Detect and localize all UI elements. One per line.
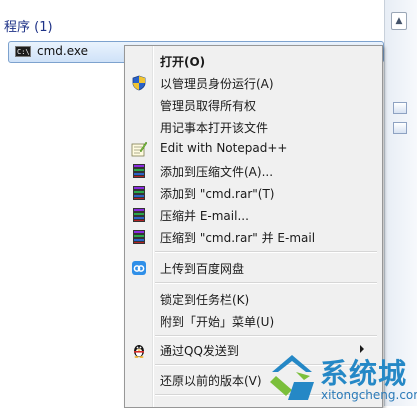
menu-separator (155, 251, 377, 252)
menu-separator (155, 335, 377, 336)
menu-item-label: 管理员取得所有权 (160, 99, 257, 113)
strip-item-icon[interactable] (393, 102, 407, 114)
menu-item-compress-to-cmd-rar-email[interactable]: 压缩到 "cmd.rar" 并 E-mail (125, 226, 382, 248)
notepadpp-icon (131, 141, 148, 157)
xitongcheng-logo-icon (270, 355, 314, 400)
menu-item-label: 用记事本打开该文件 (160, 121, 269, 135)
watermark-url: xitongcheng.com (321, 388, 417, 402)
menu-item-take-ownership[interactable]: 管理员取得所有权 (125, 94, 382, 116)
menu-item-label: 添加到 "cmd.rar"(T) (160, 187, 275, 201)
menu-item-label: 还原以前的版本(V) (160, 374, 262, 388)
menu-item-add-to-cmd-rar[interactable]: 添加到 "cmd.rar"(T) (125, 182, 382, 204)
winrar-icon (131, 163, 147, 179)
menu-item-label: 锁定到任务栏(K) (160, 293, 250, 307)
uac-shield-icon (131, 75, 147, 91)
menu-item-compress-and-email[interactable]: 压缩并 E-mail... (125, 204, 382, 226)
start-menu-right-strip: ▲ (385, 0, 417, 406)
scroll-up-arrow-icon[interactable]: ▲ (391, 12, 407, 30)
menu-item-label: 压缩到 "cmd.rar" 并 E-mail (160, 231, 316, 245)
menu-item-label: 附到「开始」菜单(U) (160, 315, 275, 329)
menu-item-label: Edit with Notepad++ (160, 141, 288, 155)
search-result-label: cmd.exe (37, 44, 89, 58)
menu-item-label: 以管理员身份运行(A) (160, 77, 274, 91)
menu-item-pin-to-taskbar[interactable]: 锁定到任务栏(K) (125, 288, 382, 310)
menu-item-open-with-notepad[interactable]: 用记事本打开该文件 (125, 116, 382, 138)
menu-item-pin-to-start-menu[interactable]: 附到「开始」菜单(U) (125, 310, 382, 332)
menu-item-open[interactable]: 打开(O) (125, 50, 382, 72)
watermark-logo: 系统城 xitongcheng.com (266, 350, 417, 406)
menu-item-label: 压缩并 E-mail... (160, 209, 249, 223)
programs-section-title: 程序 (1) (4, 20, 53, 35)
menu-item-upload-baidu-netdisk[interactable]: 上传到百度网盘 (125, 257, 382, 279)
menu-item-label: 通过QQ发送到 (160, 344, 239, 358)
watermark-title: 系统城 (320, 357, 408, 390)
menu-item-label: 打开(O) (160, 55, 206, 69)
menu-item-label: 添加到压缩文件(A)... (160, 165, 274, 179)
qq-penguin-icon (131, 342, 147, 358)
strip-item-icon[interactable] (393, 122, 407, 134)
cmd-console-icon: C:\ (15, 46, 31, 57)
menu-item-add-to-archive[interactable]: 添加到压缩文件(A)... (125, 160, 382, 182)
menu-item-run-as-admin[interactable]: 以管理员身份运行(A) (125, 72, 382, 94)
menu-item-label: 上传到百度网盘 (160, 262, 245, 276)
menu-separator (155, 282, 377, 283)
baidu-netdisk-icon (131, 260, 147, 276)
winrar-icon (131, 185, 147, 201)
menu-item-edit-notepadpp[interactable]: Edit with Notepad++ (125, 138, 382, 160)
winrar-icon (131, 207, 147, 223)
winrar-icon (131, 229, 147, 245)
